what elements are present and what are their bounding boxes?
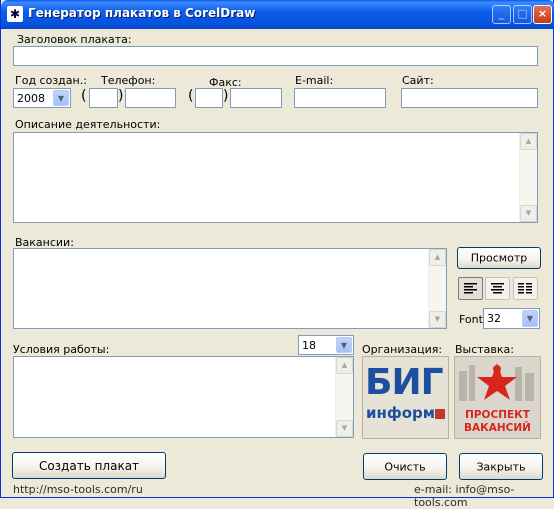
- align-center-button[interactable]: [485, 277, 510, 300]
- description-label: Описание деятельности:: [15, 118, 161, 131]
- email-field[interactable]: [294, 88, 386, 108]
- conditions-size-select[interactable]: 18 ▼: [298, 335, 354, 355]
- close-button[interactable]: ×: [533, 5, 552, 24]
- phone-close-paren: ): [118, 88, 124, 104]
- window-title: Генератор плакатов в CorelDraw: [28, 6, 256, 20]
- phone-code-field[interactable]: [89, 88, 118, 108]
- scroll-up-icon[interactable]: ▲: [520, 133, 537, 150]
- organization-logo-text-1: БИГ: [365, 362, 444, 403]
- chevron-down-icon[interactable]: ▼: [336, 337, 352, 353]
- conditions-label: Условия работы:: [13, 343, 110, 356]
- vacancies-textarea[interactable]: ▲ ▼: [13, 248, 447, 329]
- organization-logo-text-2: информ: [366, 404, 436, 422]
- phone-open-paren: (: [81, 88, 87, 104]
- exhibition-logo-text-1: ПРОСПЕКТ: [465, 409, 530, 421]
- align-center-icon: [491, 283, 504, 294]
- preview-button-label: Просмотр: [470, 251, 528, 265]
- align-left-button[interactable]: [458, 277, 483, 300]
- logo-square-icon: [435, 409, 445, 419]
- year-label: Год создан.:: [15, 74, 87, 87]
- conditions-size-value: 18: [302, 339, 316, 352]
- close-dialog-button-label: Закрыть: [476, 460, 526, 473]
- fax-open-paren: (: [188, 88, 194, 104]
- app-icon: ✱: [7, 6, 23, 22]
- organization-logo[interactable]: БИГ информ: [362, 356, 449, 439]
- description-scrollbar[interactable]: ▲ ▼: [519, 133, 537, 222]
- font-label: Font: [459, 313, 483, 326]
- main-window: ✱ Генератор плакатов в CorelDraw _ □ × З…: [0, 0, 554, 509]
- year-select[interactable]: 2008 ▼: [13, 88, 71, 108]
- align-justify-icon: [518, 283, 532, 294]
- exhibition-label: Выставка:: [455, 343, 515, 356]
- description-textarea[interactable]: ▲ ▼: [13, 132, 538, 223]
- fax-close-paren: ): [223, 88, 229, 104]
- email-input[interactable]: [295, 89, 385, 107]
- phone-input[interactable]: [126, 89, 175, 107]
- conditions-textarea[interactable]: ▲ ▼: [13, 356, 354, 438]
- font-size-select[interactable]: 32 ▼: [483, 308, 540, 329]
- phone-field[interactable]: [125, 88, 176, 108]
- scroll-up-icon[interactable]: ▲: [336, 357, 353, 374]
- exhibition-logo-text-2: ВАКАНСИЙ: [464, 422, 531, 434]
- close-dialog-button[interactable]: Закрыть: [459, 453, 543, 480]
- align-justify-button[interactable]: [513, 277, 538, 300]
- site-input[interactable]: [402, 89, 537, 107]
- font-size-value: 32: [487, 312, 501, 325]
- exhibition-logo[interactable]: ПРОСПЕКТ ВАКАНСИЙ: [454, 356, 541, 439]
- phone-code-input[interactable]: [90, 89, 117, 107]
- chevron-down-icon[interactable]: ▼: [53, 90, 69, 106]
- organization-label: Организация:: [362, 343, 443, 356]
- align-left-icon: [464, 283, 477, 294]
- scroll-up-icon[interactable]: ▲: [429, 249, 446, 266]
- create-poster-button[interactable]: Создать плакат: [12, 452, 166, 479]
- scroll-down-icon[interactable]: ▼: [336, 420, 353, 437]
- maximize-button[interactable]: □: [513, 5, 532, 24]
- create-poster-button-label: Создать плакат: [38, 458, 140, 473]
- conditions-scrollbar[interactable]: ▲ ▼: [335, 357, 353, 437]
- scroll-down-icon[interactable]: ▼: [429, 311, 446, 328]
- year-value: 2008: [17, 92, 45, 105]
- minimize-button[interactable]: _: [492, 5, 511, 24]
- chevron-down-icon[interactable]: ▼: [522, 310, 538, 327]
- fax-code-field[interactable]: [195, 88, 223, 108]
- fax-field[interactable]: [230, 88, 282, 108]
- clear-button[interactable]: Очисть: [363, 453, 447, 480]
- poster-title-label: Заголовок плаката:: [17, 33, 132, 46]
- site-label: Сайт:: [402, 74, 434, 87]
- fax-code-input[interactable]: [196, 89, 222, 107]
- preview-button[interactable]: Просмотр: [457, 247, 541, 269]
- fax-input[interactable]: [231, 89, 281, 107]
- email-label: E-mail:: [295, 74, 334, 87]
- scroll-down-icon[interactable]: ▼: [520, 205, 537, 222]
- site-link[interactable]: http://mso-tools.com/ru: [13, 483, 143, 496]
- contact-email[interactable]: e-mail: info@mso-tools.com: [414, 483, 553, 509]
- clear-button-label: Очисть: [384, 460, 426, 473]
- poster-title-input[interactable]: [14, 47, 537, 65]
- phone-label: Телефон:: [101, 74, 156, 87]
- vacancies-scrollbar[interactable]: ▲ ▼: [428, 249, 446, 328]
- site-field[interactable]: [401, 88, 538, 108]
- poster-title-field[interactable]: [13, 46, 538, 66]
- title-bar[interactable]: ✱ Генератор плакатов в CorelDraw _ □ ×: [1, 0, 554, 29]
